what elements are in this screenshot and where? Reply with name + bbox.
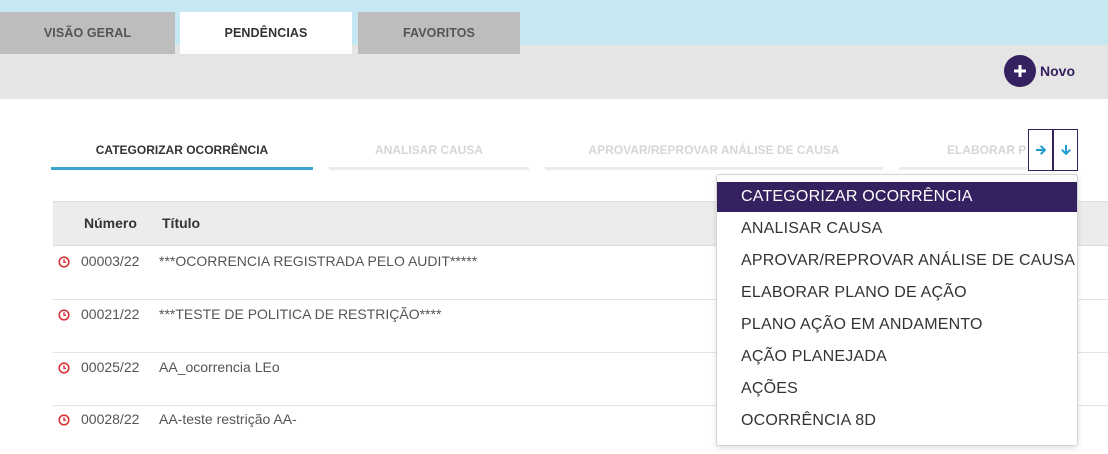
dropdown-item-categorizar-ocorrencia[interactable]: CATEGORIZAR OCORRÊNCIA <box>717 182 1077 212</box>
row-numero: 00003/22 <box>81 253 140 269</box>
row-numero: 00021/22 <box>81 306 140 322</box>
step-dropdown-toggle[interactable] <box>1053 129 1078 171</box>
step-tab-elaborar-plano[interactable]: ELABORAR PLANO DE AÇÃO <box>899 128 1027 172</box>
step-tab-aprovar-reprovar[interactable]: APROVAR/REPROVAR ANÁLISE DE CAUSA <box>545 128 883 172</box>
novo-label: Novo <box>1040 63 1075 79</box>
next-step-button[interactable] <box>1028 129 1053 171</box>
tab-pendencias[interactable]: PENDÊNCIAS <box>180 12 352 54</box>
column-header-numero[interactable]: Número <box>84 215 137 231</box>
row-titulo: ***TESTE DE POLITICA DE RESTRIÇÃO**** <box>159 306 442 322</box>
row-titulo: ***OCORRENCIA REGISTRADA PELO AUDIT***** <box>159 253 478 269</box>
arrow-down-icon <box>1060 145 1071 156</box>
dropdown-item-plano-acao-andamento[interactable]: PLANO AÇÃO EM ANDAMENTO <box>717 310 1077 340</box>
step-tab-analisar-causa[interactable]: ANALISAR CAUSA <box>329 128 529 172</box>
column-header-titulo[interactable]: Título <box>162 215 200 231</box>
step-tab-underline <box>329 167 529 170</box>
dropdown-item-elaborar-plano[interactable]: ELABORAR PLANO DE AÇÃO <box>717 278 1077 308</box>
dropdown-item-aprovar-reprovar[interactable]: APROVAR/REPROVAR ANÁLISE DE CAUSA <box>717 246 1077 276</box>
step-tab-active-indicator <box>51 167 313 170</box>
row-titulo: AA_ocorrencia LEo <box>159 359 280 375</box>
dropdown-item-acoes[interactable]: AÇÕES <box>717 374 1077 404</box>
tab-visao-geral[interactable]: VISÃO GERAL <box>0 12 175 54</box>
row-titulo: AA-teste restrição AA- <box>159 411 297 427</box>
step-tab-categorizar-ocorrencia[interactable]: CATEGORIZAR OCORRÊNCIA <box>51 128 313 172</box>
clock-icon <box>58 256 70 268</box>
arrow-right-icon <box>1035 145 1046 155</box>
novo-button[interactable]: Novo <box>1004 55 1075 87</box>
clock-icon <box>58 414 70 426</box>
row-numero: 00025/22 <box>81 359 140 375</box>
clock-icon <box>58 309 70 321</box>
tab-favoritos[interactable]: FAVORITOS <box>358 12 520 54</box>
step-tab-underline <box>545 167 883 170</box>
dropdown-item-ocorrencia-8d[interactable]: OCORRÊNCIA 8D <box>717 406 1077 436</box>
clock-icon <box>58 362 70 374</box>
step-tab-underline <box>899 167 1027 170</box>
row-numero: 00028/22 <box>81 411 140 427</box>
dropdown-item-analisar-causa[interactable]: ANALISAR CAUSA <box>717 214 1077 244</box>
dropdown-item-acao-planejada[interactable]: AÇÃO PLANEJADA <box>717 342 1077 372</box>
step-dropdown-menu: CATEGORIZAR OCORRÊNCIA ANALISAR CAUSA AP… <box>716 174 1078 446</box>
plus-icon <box>1004 55 1036 87</box>
